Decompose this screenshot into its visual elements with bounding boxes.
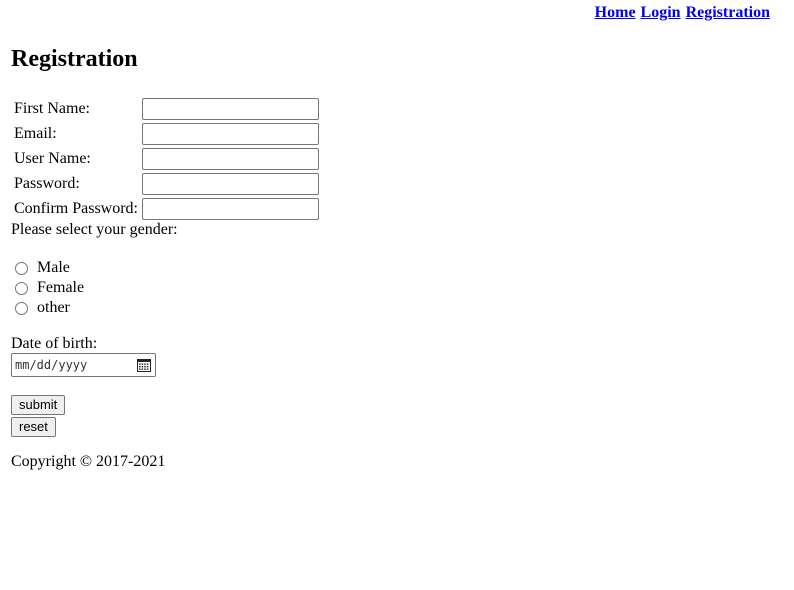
nav-registration-link[interactable]: Registration	[686, 4, 770, 21]
confirm-password-input[interactable]	[142, 197, 319, 220]
password-row: Password:	[14, 171, 319, 196]
dob-input[interactable]: mm/dd/yyyy	[11, 353, 156, 377]
dob-placeholder: mm/dd/yyyy	[15, 358, 88, 372]
copyright-footer: Copyright © 2017-2021	[11, 453, 166, 470]
email-label: Email:	[14, 124, 57, 142]
gender-radio-group: Male Female other	[15, 258, 84, 318]
username-input[interactable]	[142, 147, 319, 170]
nav-home-link[interactable]: Home	[595, 4, 636, 21]
password-input[interactable]	[142, 172, 319, 195]
password-label: Password:	[14, 174, 80, 192]
first-name-label: First Name:	[14, 99, 90, 117]
dob-label: Date of birth:	[11, 335, 98, 352]
username-label: User Name:	[14, 149, 91, 167]
reset-button[interactable]: reset	[11, 417, 56, 437]
page-title: Registration	[11, 46, 138, 72]
submit-button[interactable]: submit	[11, 395, 66, 415]
male-radio[interactable]	[15, 261, 28, 275]
gender-option-female: Female	[15, 278, 84, 298]
female-label: Female	[37, 279, 85, 296]
confirm-password-label: Confirm Password:	[14, 199, 138, 217]
username-row: User Name:	[14, 146, 319, 171]
top-nav: Home Login Registration	[595, 4, 770, 22]
email-row: Email:	[14, 121, 319, 146]
female-radio[interactable]	[15, 281, 28, 295]
first-name-input[interactable]	[142, 97, 319, 120]
gender-option-other: other	[15, 298, 84, 318]
confirm-password-row: Confirm Password:	[14, 196, 319, 221]
email-input[interactable]	[142, 122, 319, 145]
nav-login-link[interactable]: Login	[641, 4, 681, 21]
first-name-row: First Name:	[14, 96, 319, 121]
gender-option-male: Male	[15, 258, 84, 278]
other-label: other	[37, 299, 70, 316]
gender-prompt: Please select your gender:	[11, 221, 178, 238]
registration-form: First Name: Email: User Name: Password: …	[14, 96, 319, 221]
male-label: Male	[37, 259, 70, 276]
calendar-icon[interactable]	[137, 358, 151, 372]
other-radio[interactable]	[15, 301, 28, 315]
